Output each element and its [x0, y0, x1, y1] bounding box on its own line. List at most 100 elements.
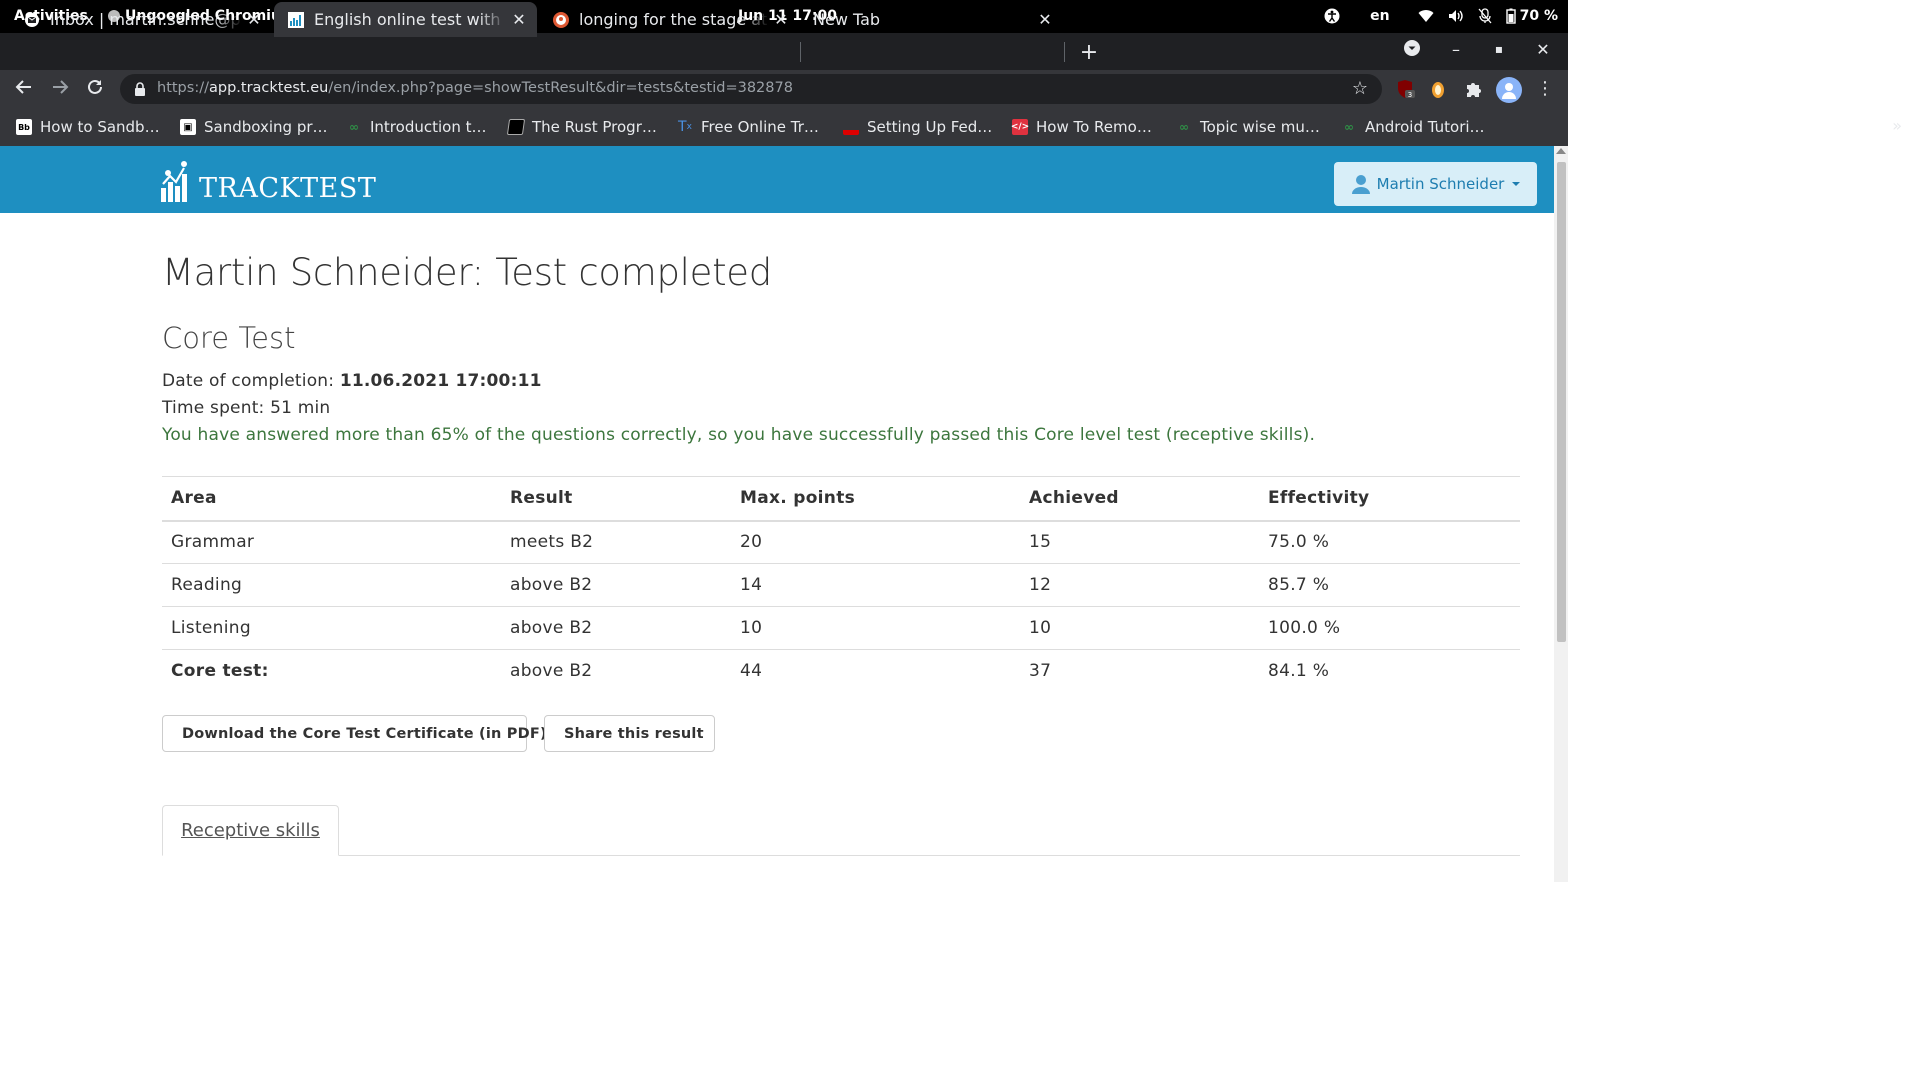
- battery-icon: [1505, 8, 1516, 24]
- close-tab-icon[interactable]: ✕: [1033, 10, 1057, 29]
- column-header: Max. points: [731, 476, 1020, 522]
- more-bookmarks-button[interactable]: »: [1892, 116, 1902, 135]
- bookmark-item[interactable]: ∞ Topic wise mu…: [1176, 117, 1320, 137]
- effectivity-cell: 85.7 %: [1259, 563, 1520, 607]
- minimize-button[interactable]: –: [1445, 40, 1467, 59]
- reload-button[interactable]: [84, 78, 106, 100]
- close-tab-icon[interactable]: ✕: [769, 10, 793, 29]
- tab-receptive-skills[interactable]: Receptive skills: [162, 805, 339, 856]
- flag-icon: [843, 119, 859, 135]
- tab-title: English online test with ce: [314, 10, 507, 29]
- page-scrollbar[interactable]: [1554, 146, 1568, 882]
- gfg-icon: ∞: [1344, 120, 1354, 134]
- bookmark-item[interactable]: </> How To Remo…: [1011, 117, 1152, 137]
- effectivity-cell: 100.0 %: [1259, 606, 1520, 650]
- tab-duckduckgo[interactable]: longing for the stage at Du ✕: [539, 2, 799, 37]
- ublock-origin-icon[interactable]: 3: [1396, 79, 1416, 103]
- result-cell: above B2: [510, 661, 593, 682]
- result-cell: above B2: [501, 563, 731, 607]
- tab-title: longing for the stage at Du: [579, 10, 769, 29]
- bookmarks-bar: Bb How to Sandb… ▣ Sandboxing pr… ∞ Intr…: [0, 108, 1568, 146]
- table-header-row: Area Result Max. points Achieved Effecti…: [162, 476, 1520, 522]
- book-icon: [506, 119, 526, 135]
- bookmark-item[interactable]: ∞ Android Tutori…: [1341, 117, 1485, 137]
- column-header: Area: [162, 476, 501, 522]
- time-spent: Time spent: 51 min: [162, 398, 331, 418]
- translate-icon: Tx: [678, 119, 692, 135]
- extension-icon[interactable]: [1431, 79, 1445, 103]
- download-label: Download the Core Test Certificate (in P…: [182, 725, 547, 742]
- address-bar[interactable]: https://app.tracktest.eu/en/index.php?pa…: [120, 74, 1382, 104]
- tab-tracktest[interactable]: English online test with ce ✕: [274, 2, 537, 37]
- site-navbar: TRACKTEST Martin Schneider: [0, 146, 1554, 213]
- wifi-icon[interactable]: [1418, 7, 1434, 25]
- close-window-button[interactable]: ✕: [1532, 40, 1554, 59]
- new-tab-button[interactable]: +: [1078, 40, 1100, 65]
- tab-search-button[interactable]: [1401, 40, 1423, 60]
- microphone-muted-icon[interactable]: [1478, 7, 1492, 25]
- url-text[interactable]: https://app.tracktest.eu/en/index.php?pa…: [157, 80, 793, 96]
- tab-inbox[interactable]: Inbox | martin.schne@pro ✕: [10, 2, 272, 37]
- achieved-cell: 15: [1020, 520, 1259, 564]
- extensions-puzzle-icon[interactable]: [1464, 79, 1484, 103]
- maximize-button[interactable]: ▪: [1488, 42, 1510, 56]
- system-tray[interactable]: en 70 %: [1324, 7, 1558, 25]
- code-icon: </>: [1011, 119, 1029, 135]
- bookmark-item[interactable]: Setting Up Fed…: [843, 117, 992, 137]
- result-cell: meets B2: [501, 520, 731, 564]
- page-viewport: TRACKTEST Martin Schneider Martin Schnei…: [0, 146, 1568, 882]
- page-title: Martin Schneider: Test completed: [162, 251, 772, 294]
- battery-indicator[interactable]: 70 %: [1505, 7, 1558, 25]
- volume-icon[interactable]: [1448, 7, 1464, 25]
- completion-date-value: 11.06.2021 17:00:11: [339, 371, 542, 391]
- max-points-cell: 44: [740, 661, 763, 682]
- column-header: Achieved: [1020, 476, 1259, 522]
- gfg-icon: ∞: [349, 120, 359, 134]
- mail-icon: [25, 12, 39, 27]
- download-certificate-button[interactable]: Download the Core Test Certificate (in P…: [162, 715, 547, 752]
- test-name: Core Test: [162, 321, 296, 355]
- browser-toolbar: https://app.tracktest.eu/en/index.php?pa…: [0, 70, 1568, 108]
- user-menu-button[interactable]: Martin Schneider: [1334, 162, 1537, 206]
- max-points-cell: 14: [731, 563, 1020, 607]
- profile-avatar-icon[interactable]: [1496, 77, 1522, 107]
- caret-down-icon: [1512, 182, 1521, 186]
- forward-button[interactable]: [49, 78, 71, 100]
- success-message: You have answered more than 65% of the q…: [162, 425, 1316, 445]
- bookmark-item[interactable]: Tx Free Online Tr…: [677, 117, 819, 137]
- accessibility-icon[interactable]: [1324, 7, 1340, 25]
- tracktest-logo[interactable]: TRACKTEST: [159, 160, 376, 202]
- user-name: Martin Schneider: [1376, 175, 1505, 193]
- close-tab-icon[interactable]: ✕: [507, 10, 531, 29]
- scrollbar-thumb[interactable]: [1557, 162, 1566, 642]
- browser-tab-strip: [0, 33, 1568, 70]
- back-button[interactable]: [13, 78, 35, 100]
- brand-wordmark: TRACKTEST: [199, 173, 377, 204]
- bookmark-item[interactable]: The Rust Progr…: [506, 117, 657, 137]
- area-cell: Grammar: [162, 520, 501, 564]
- table-row: Grammar meets B2 20 15 75.0 %: [162, 520, 1520, 564]
- bookmark-item[interactable]: ∞ Introduction t…: [346, 117, 486, 137]
- scroll-up-icon[interactable]: [1556, 148, 1566, 154]
- section-tabs: Receptive skills: [162, 805, 1520, 856]
- close-tab-icon[interactable]: ✕: [242, 10, 266, 29]
- share-result-button[interactable]: Share this result: [544, 715, 715, 752]
- effectivity-cell: 75.0 %: [1259, 520, 1520, 564]
- tab-new-tab[interactable]: New Tab ✕: [801, 2, 1063, 37]
- bookmark-favicon-icon: Bb: [16, 119, 32, 135]
- achieved-cell: 10: [1020, 606, 1259, 650]
- effectivity-cell: 84.1 %: [1268, 661, 1330, 682]
- bookmark-item[interactable]: ▣ Sandboxing pr…: [180, 117, 328, 137]
- gfg-icon: ∞: [1179, 120, 1189, 134]
- max-points-cell: 10: [731, 606, 1020, 650]
- bookmark-star-icon[interactable]: ☆: [1352, 78, 1368, 99]
- table-row-total: Core test: above B2 44 37 84.1 %: [162, 650, 1520, 693]
- tab-separator: [800, 42, 801, 62]
- bookmark-item[interactable]: Bb How to Sandb…: [16, 117, 160, 137]
- tab-title: New Tab: [813, 10, 881, 29]
- browser-menu-icon[interactable]: ⋮: [1534, 78, 1556, 100]
- lock-icon[interactable]: [134, 82, 146, 96]
- tab-title: Inbox | martin.schne@pro: [50, 10, 242, 29]
- language-indicator[interactable]: en: [1370, 7, 1389, 25]
- results-table: Area Result Max. points Achieved Effecti…: [162, 476, 1520, 693]
